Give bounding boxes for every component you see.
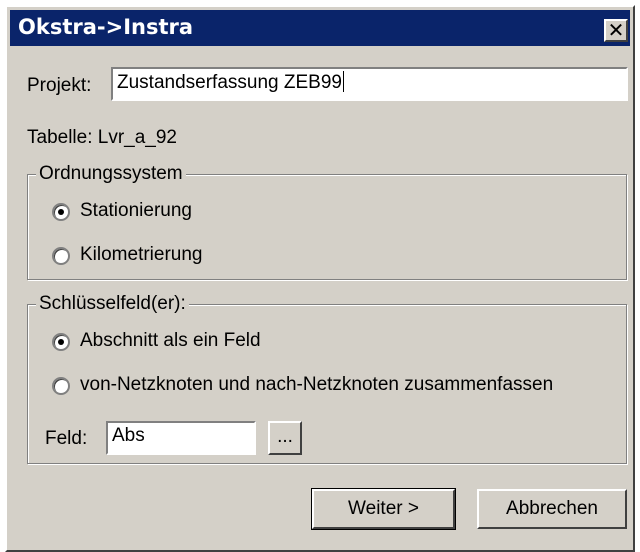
- radio-abschnitt[interactable]: Abschnitt als ein Feld: [52, 330, 352, 356]
- project-input-value: Zustandserfassung ZEB99: [117, 72, 342, 93]
- schluesselfeld-group: Schlüsselfeld(er): Abschnitt als ein Fel…: [27, 293, 627, 464]
- radio-netzknoten[interactable]: von-Netzknoten und nach-Netzknoten zusam…: [52, 374, 622, 400]
- field-input-value: Abs: [112, 425, 145, 446]
- radio-abschnitt-label: Abschnitt als ein Feld: [80, 330, 261, 351]
- ordnungssystem-legend: Ordnungssystem: [36, 163, 186, 185]
- radio-dot: [58, 209, 64, 215]
- field-input[interactable]: Abs: [106, 421, 256, 455]
- project-input[interactable]: Zustandserfassung ZEB99: [111, 67, 628, 101]
- radio-stationierung[interactable]: Stationierung: [52, 200, 292, 226]
- cancel-button-label: Abbrechen: [506, 498, 598, 519]
- radio-netzknoten-label: von-Netzknoten und nach-Netzknoten zusam…: [80, 374, 554, 395]
- next-button[interactable]: Weiter >: [311, 488, 456, 530]
- dialog-window: Okstra->Instra ✕ Projekt: Zustandserfass…: [5, 5, 635, 552]
- field-label: Feld:: [45, 428, 88, 449]
- close-button[interactable]: ✕: [604, 19, 628, 42]
- radio-button-checked[interactable]: [52, 333, 70, 351]
- window-title: Okstra->Instra: [18, 15, 194, 39]
- schluesselfeld-legend: Schlüsselfeld(er):: [36, 293, 189, 315]
- browse-button-label: ...: [277, 426, 293, 447]
- radio-stationierung-label: Stationierung: [80, 200, 192, 221]
- radio-kilometrierung[interactable]: Kilometrierung: [52, 244, 292, 270]
- radio-dot: [58, 339, 64, 345]
- browse-button[interactable]: ...: [268, 421, 302, 455]
- radio-button-checked[interactable]: [52, 203, 70, 221]
- radio-button-unchecked[interactable]: [52, 377, 70, 395]
- text-caret: [342, 71, 344, 92]
- ordnungssystem-group: Ordnungssystem Stationierung Kilometrier…: [27, 163, 627, 280]
- cancel-button[interactable]: Abbrechen: [477, 489, 627, 529]
- close-icon: ✕: [607, 18, 625, 42]
- next-button-label: Weiter >: [348, 498, 419, 519]
- project-label: Projekt:: [27, 75, 92, 96]
- radio-kilometrierung-label: Kilometrierung: [80, 244, 203, 265]
- table-info: Tabelle: Lvr_a_92: [27, 127, 177, 148]
- radio-button-unchecked[interactable]: [52, 247, 70, 265]
- title-bar[interactable]: Okstra->Instra ✕: [10, 10, 630, 46]
